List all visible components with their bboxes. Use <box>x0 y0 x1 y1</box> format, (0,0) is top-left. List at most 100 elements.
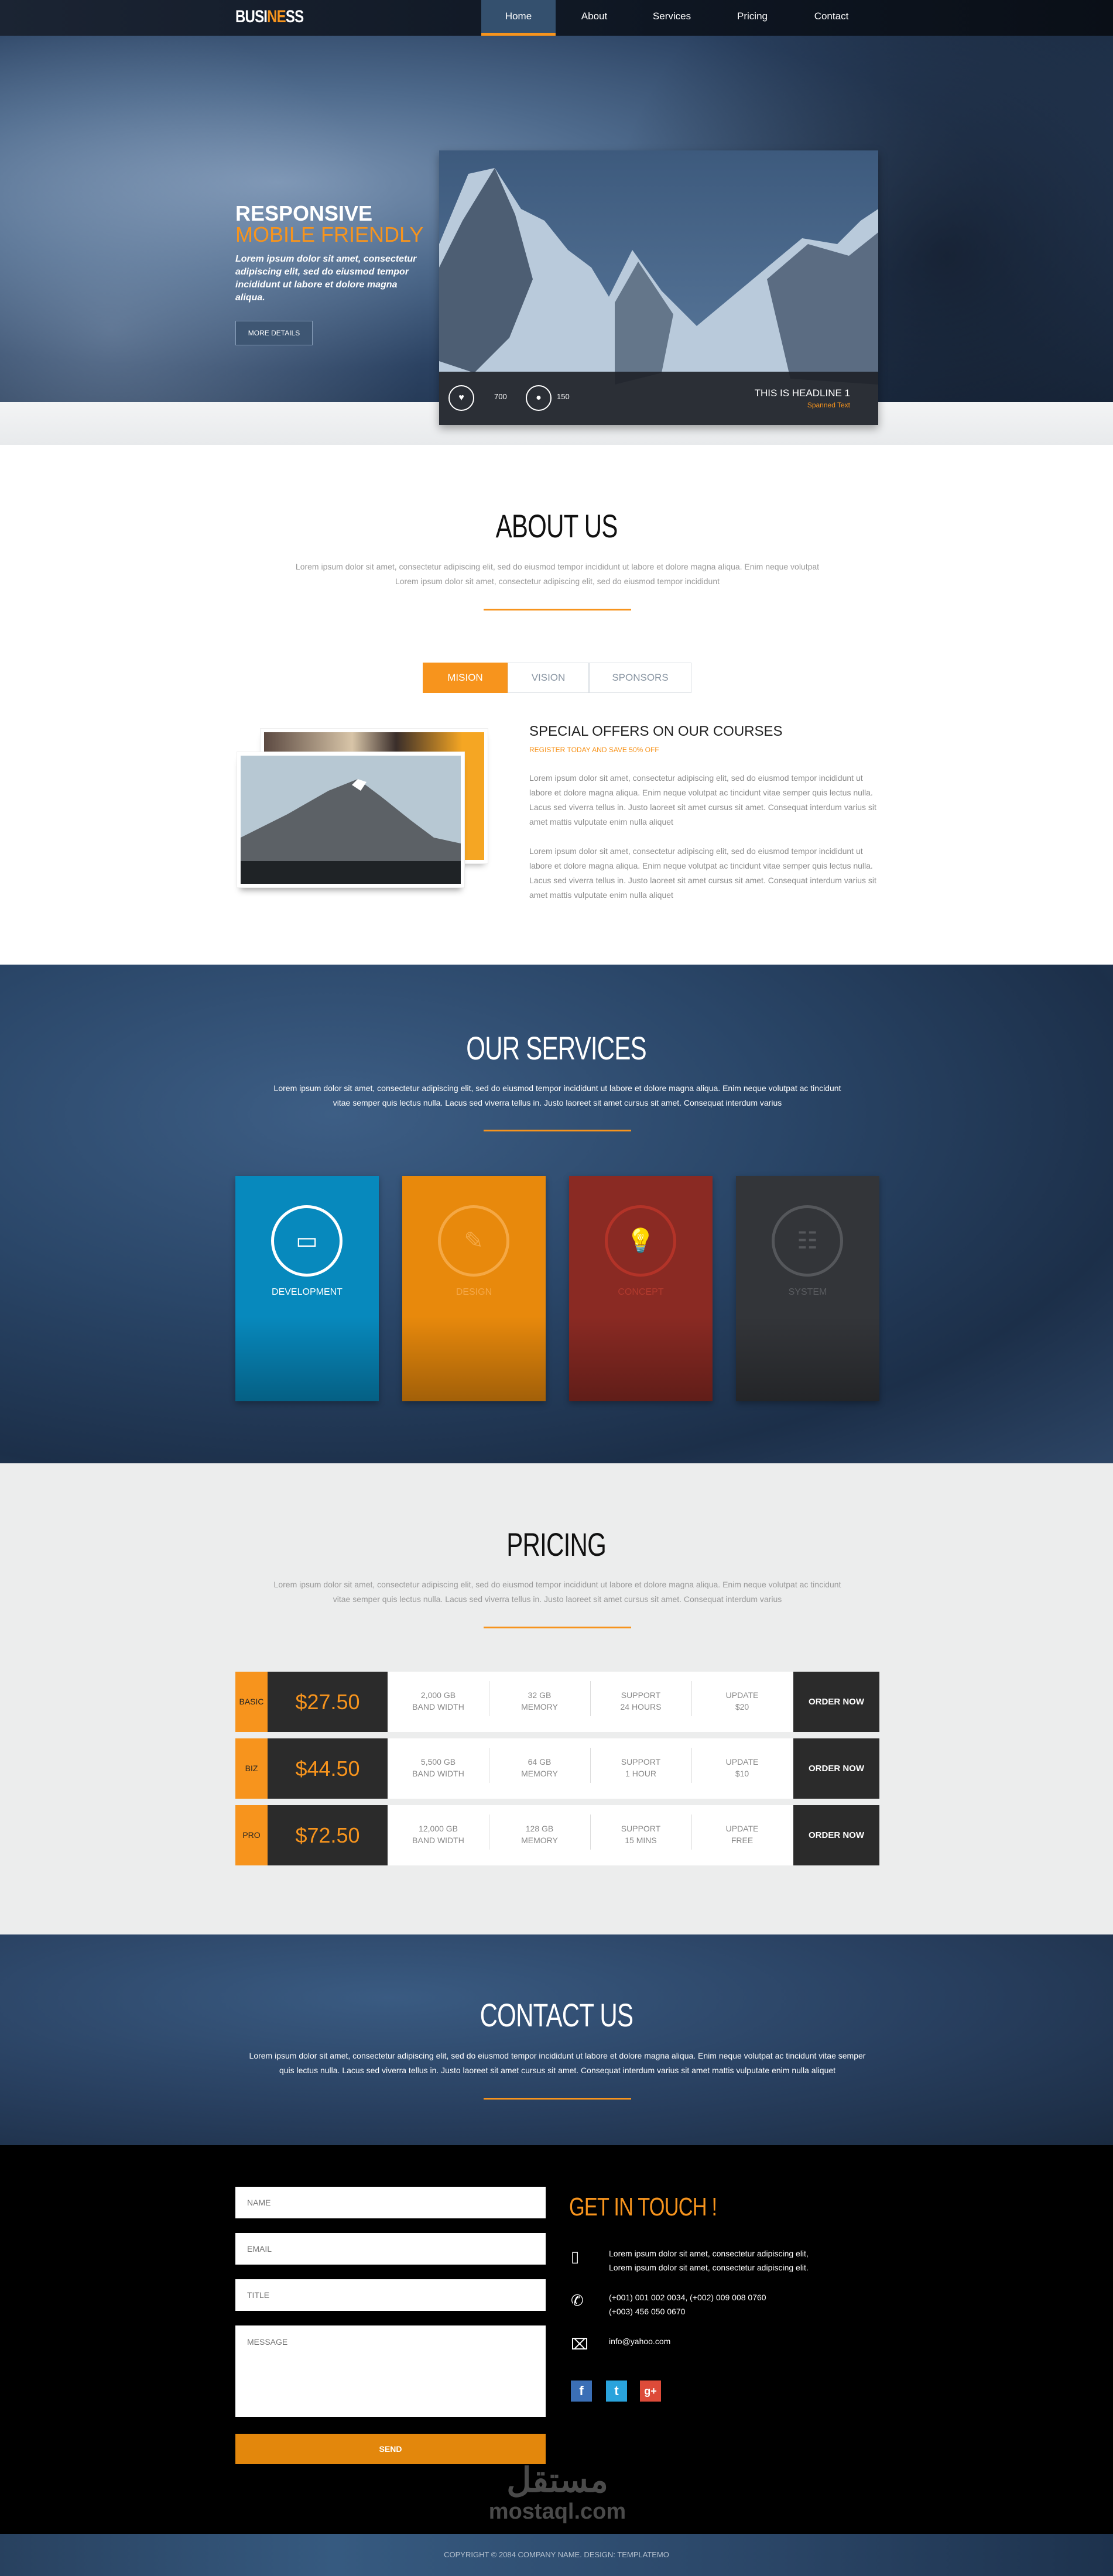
about-title: ABOUT US <box>0 507 1113 545</box>
feature-value: 128 GB <box>525 1824 554 1833</box>
service-label: CONCEPT <box>618 1287 664 1297</box>
top-nav: BUSINESS Home About Services Pricing Con… <box>0 0 1113 36</box>
plan-name: BASIC <box>235 1672 268 1732</box>
service-card-system[interactable]: ☷ SYSTEM <box>736 1176 879 1401</box>
feature-label: MEMORY <box>521 1836 558 1845</box>
about-divider <box>484 609 631 610</box>
facebook-icon[interactable]: f <box>571 2381 592 2402</box>
logo-text-end: SS <box>285 7 304 26</box>
pricing-row-basic: BASIC $27.50 2,000 GB BAND WIDTH 32 GB MEMO… <box>235 1672 879 1732</box>
plan-feature: SUPPORT 15 MINS <box>590 1814 691 1856</box>
address-line2: Lorem ipsum dolor sit amet, consectetur … <box>609 2263 809 2272</box>
contact-title-text: CONTACT US <box>480 1997 633 2033</box>
name-input[interactable] <box>235 2187 546 2218</box>
plan-feature: UPDATE $20 <box>691 1681 793 1723</box>
feature-label: 24 HOURS <box>620 1702 662 1711</box>
service-label: DESIGN <box>456 1287 492 1297</box>
logo-text: BUSI <box>235 7 268 26</box>
front-photo <box>237 752 465 888</box>
service-photo <box>569 1316 713 1401</box>
plan-feature: SUPPORT 1 HOUR <box>590 1748 691 1789</box>
comment-icon[interactable]: ● <box>526 385 552 411</box>
feature-label: MEMORY <box>521 1769 558 1778</box>
services-text: Lorem ipsum dolor sit amet, consectetur … <box>273 1083 841 1107</box>
card-subline: Spanned Text <box>807 401 850 409</box>
feature-value: UPDATE <box>725 1757 759 1767</box>
about-title-text: ABOUT US <box>495 507 618 544</box>
heart-icon[interactable]: ♥ <box>448 385 474 411</box>
service-card-concept[interactable]: 💡 CONCEPT <box>569 1176 713 1401</box>
get-in-touch-text: GET IN TOUCH ! <box>569 2193 717 2221</box>
copyright-bar: COPYRIGHT © 2084 COMPANY NAME. DESIGN: T… <box>0 2534 1113 2576</box>
nav-services[interactable]: Services <box>644 0 700 36</box>
lightbulb-icon: 💡 <box>605 1205 676 1277</box>
order-now-button[interactable]: ORDER NOW <box>793 1672 879 1732</box>
google-plus-icon[interactable]: g+ <box>640 2381 661 2402</box>
feature-value: 5,500 GB <box>420 1757 456 1767</box>
address: Lorem ipsum dolor sit amet, consectetur … <box>609 2246 809 2275</box>
address-line1: Lorem ipsum dolor sit amet, consectetur … <box>609 2249 809 2258</box>
feature-label: MEMORY <box>521 1702 558 1711</box>
tab-mision[interactable]: MISION <box>423 663 508 693</box>
plan-price: $27.50 <box>268 1672 388 1732</box>
plan-feature: UPDATE $10 <box>691 1748 793 1789</box>
phone-line1: (+001) 001 002 0034, (+002) 009 008 0760 <box>609 2293 766 2302</box>
contact-text: Lorem ipsum dolor sit amet, consectetur … <box>249 2051 866 2075</box>
feature-value: 64 GB <box>528 1757 552 1767</box>
twitter-icon[interactable]: t <box>606 2381 627 2402</box>
more-details-button[interactable]: MORE DETAILS <box>235 321 313 345</box>
pricing-title: PRICING <box>0 1525 1113 1563</box>
logo[interactable]: BUSINESS <box>235 7 304 27</box>
plan-feature: 2,000 GB BAND WIDTH <box>388 1681 489 1723</box>
map-icon: ▯ <box>571 2248 580 2265</box>
service-photo <box>736 1316 879 1401</box>
nav-pricing[interactable]: Pricing <box>729 0 776 36</box>
email-link[interactable]: info@yahoo.com <box>609 2334 670 2348</box>
nav-contact[interactable]: Contact <box>808 0 855 36</box>
feature-label: BAND WIDTH <box>412 1769 464 1778</box>
tab-vision[interactable]: VISION <box>508 663 589 693</box>
contact-title: CONTACT US <box>0 1996 1113 2034</box>
contact-banner <box>0 1934 1113 2145</box>
service-card-design[interactable]: ✎ DESIGN <box>402 1176 546 1401</box>
service-photo <box>402 1316 546 1401</box>
service-label: SYSTEM <box>788 1287 827 1297</box>
service-label: DEVELOPMENT <box>272 1287 343 1297</box>
nav-about[interactable]: About <box>571 0 618 36</box>
plan-name: BIZ <box>235 1738 268 1799</box>
phone-icon: ✆ <box>571 2292 584 2309</box>
plan-feature: 32 GB MEMORY <box>489 1681 590 1723</box>
mail-icon: ⌧ <box>571 2335 588 2353</box>
email-input[interactable] <box>235 2233 546 2265</box>
comments-count: 150 <box>557 392 570 401</box>
offers-subheading: REGISTER TODAY AND SAVE 50% OFF <box>529 746 659 754</box>
order-now-button[interactable]: ORDER NOW <box>793 1738 879 1799</box>
hero-text: Lorem ipsum dolor sit amet, consectetur … <box>235 254 417 303</box>
feature-value: 32 GB <box>528 1690 552 1700</box>
plan-price: $44.50 <box>268 1738 388 1799</box>
service-card-development[interactable]: ▭ DEVELOPMENT <box>235 1176 379 1401</box>
plan-feature: 5,500 GB BAND WIDTH <box>388 1748 489 1789</box>
feature-value: SUPPORT <box>621 1757 661 1767</box>
pricing-divider <box>484 1627 631 1628</box>
hero-image-card: ♥ 700 ● 150 THIS IS HEADLINE 1 Spanned T… <box>439 150 878 425</box>
send-button[interactable]: SEND <box>235 2434 546 2464</box>
services-divider <box>484 1130 631 1131</box>
plan-feature: SUPPORT 24 HOURS <box>590 1681 691 1723</box>
feature-label: BAND WIDTH <box>412 1836 464 1845</box>
message-input[interactable] <box>235 2325 546 2417</box>
feature-value: UPDATE <box>725 1690 759 1700</box>
feature-value: 2,000 GB <box>420 1690 456 1700</box>
monitor-icon: ▭ <box>271 1205 343 1277</box>
title-input[interactable] <box>235 2279 546 2311</box>
services-title: OUR SERVICES <box>0 1029 1113 1067</box>
feature-label: 1 HOUR <box>625 1769 656 1778</box>
card-info-bar: ♥ 700 ● 150 THIS IS HEADLINE 1 Spanned T… <box>439 372 878 425</box>
plan-feature: 64 GB MEMORY <box>489 1748 590 1789</box>
order-now-button[interactable]: ORDER NOW <box>793 1805 879 1865</box>
plan-feature: 12,000 GB BAND WIDTH <box>388 1814 489 1856</box>
services-title-text: OUR SERVICES <box>466 1030 647 1066</box>
nav-home[interactable]: Home <box>481 0 556 36</box>
tab-sponsors[interactable]: SPONSORS <box>589 663 691 693</box>
feature-label: BAND WIDTH <box>412 1702 464 1711</box>
